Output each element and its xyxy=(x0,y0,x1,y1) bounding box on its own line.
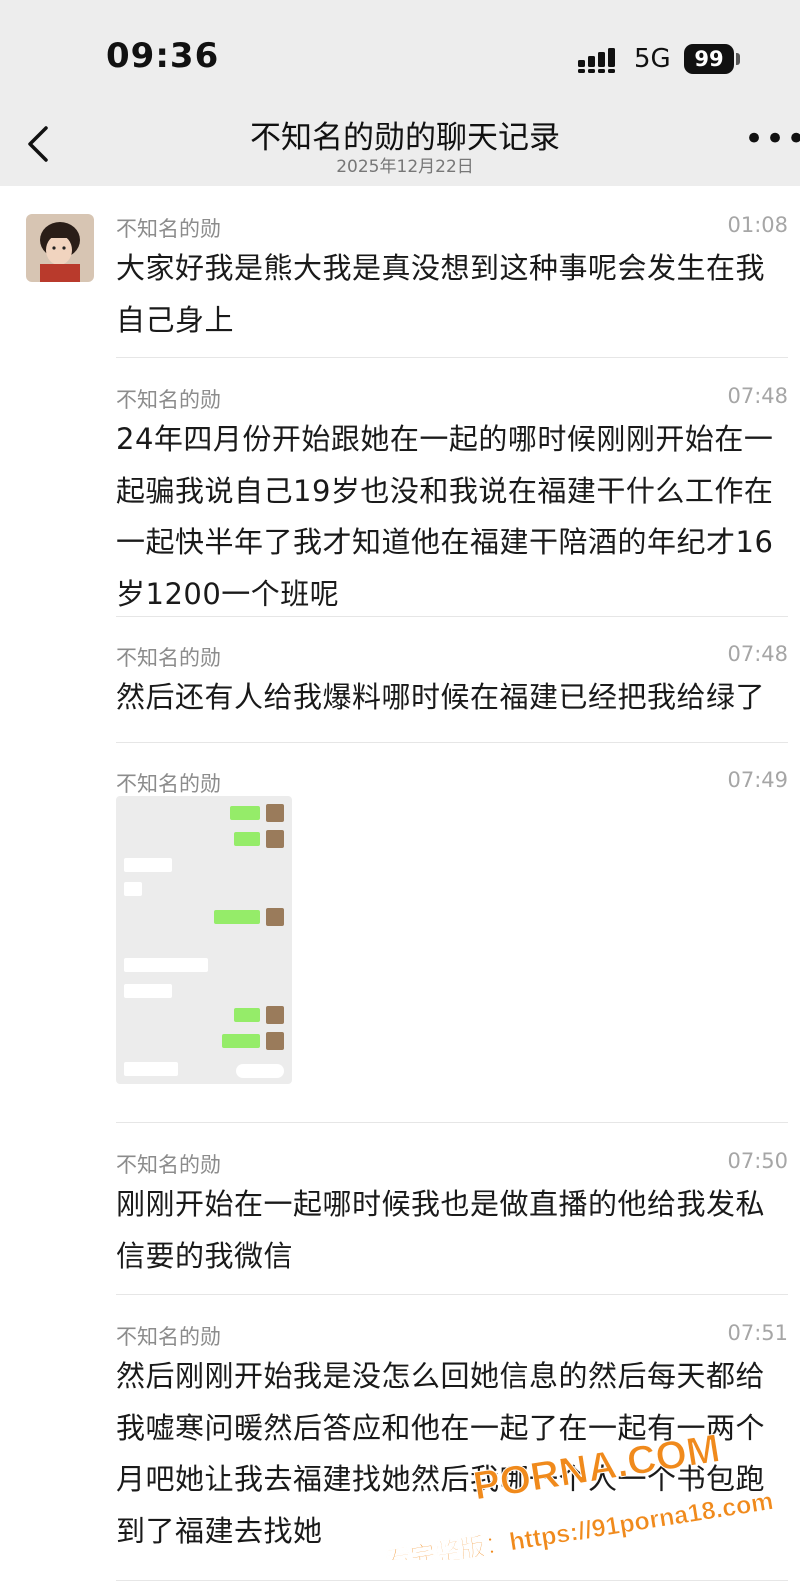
message-text: 然后还有人给我爆料哪时候在福建已经把我给绿了 xyxy=(116,680,766,714)
message-time: 07:50 xyxy=(727,1149,788,1173)
message-time: 07:49 xyxy=(727,768,788,792)
avatar[interactable] xyxy=(26,214,94,282)
thumb-bubble xyxy=(234,832,260,846)
network-type: 5G xyxy=(634,44,671,74)
message-text: 刚刚开始在一起哪时候我也是做直播的他给我发私信要的我微信 xyxy=(116,1187,766,1273)
thumb-bubble xyxy=(124,882,142,896)
page-date: 2025年12月22日 xyxy=(336,157,474,177)
chat-screenshot-image[interactable] xyxy=(116,796,292,1084)
sender-name: 不知名的勋 xyxy=(116,217,221,241)
sender-name: 不知名的勋 xyxy=(116,1325,221,1349)
message-divider xyxy=(116,1122,788,1123)
thumb-bubble xyxy=(234,1008,260,1022)
thumb-avatar xyxy=(266,908,284,926)
thumb-avatar xyxy=(266,1032,284,1050)
sender-name: 不知名的勋 xyxy=(116,388,221,412)
chat-history-page: 09:36 5G 99 不知名的勋的聊天记录 2025年12月22日 ••• xyxy=(0,0,800,1594)
thumb-bubble xyxy=(124,858,172,872)
sender-name: 不知名的勋 xyxy=(116,772,221,796)
thumb-avatar xyxy=(266,1006,284,1024)
message-divider xyxy=(116,357,788,358)
thumb-bubble xyxy=(214,910,260,924)
signal-icon xyxy=(578,48,615,73)
message-text: 然后刚刚开始我是没怎么回她信息的然后每天都给我嘘寒问暖然后答应和他在一起了在一起… xyxy=(116,1359,766,1548)
thumb-avatar xyxy=(266,830,284,848)
back-icon[interactable] xyxy=(22,122,62,166)
message-time: 07:51 xyxy=(727,1321,788,1345)
battery-icon: 99 xyxy=(684,44,734,74)
page-title: 不知名的勋的聊天记录 xyxy=(250,120,560,156)
sender-name: 不知名的勋 xyxy=(116,1153,221,1177)
header-bar: 09:36 5G 99 不知名的勋的聊天记录 2025年12月22日 ••• xyxy=(0,0,800,186)
message-divider xyxy=(116,1294,788,1295)
thumb-bubble xyxy=(230,806,260,820)
status-time: 09:36 xyxy=(106,36,220,76)
message-divider xyxy=(116,616,788,617)
thumb-avatar xyxy=(266,804,284,822)
sender-name: 不知名的勋 xyxy=(116,646,221,670)
battery-tip xyxy=(736,53,740,65)
message-time: 07:48 xyxy=(727,642,788,666)
thumb-bubble xyxy=(236,1064,284,1078)
message-text: 24年四月份开始跟她在一起的哪时候刚刚开始在一起骗我说自己19岁也没和我说在福建… xyxy=(116,422,774,611)
message-divider xyxy=(116,742,788,743)
thumb-bubble xyxy=(124,1062,178,1076)
message-time: 07:48 xyxy=(727,384,788,408)
thumb-bubble xyxy=(124,984,172,998)
more-icon[interactable]: ••• xyxy=(744,122,800,158)
message-time: 01:08 xyxy=(727,213,788,237)
message-text: 大家好我是熊大我是真没想到这种事呢会发生在我自己身上 xyxy=(116,251,766,337)
thumb-bubble xyxy=(222,1034,260,1048)
thumb-bubble xyxy=(124,958,208,972)
message-divider xyxy=(116,1580,788,1581)
